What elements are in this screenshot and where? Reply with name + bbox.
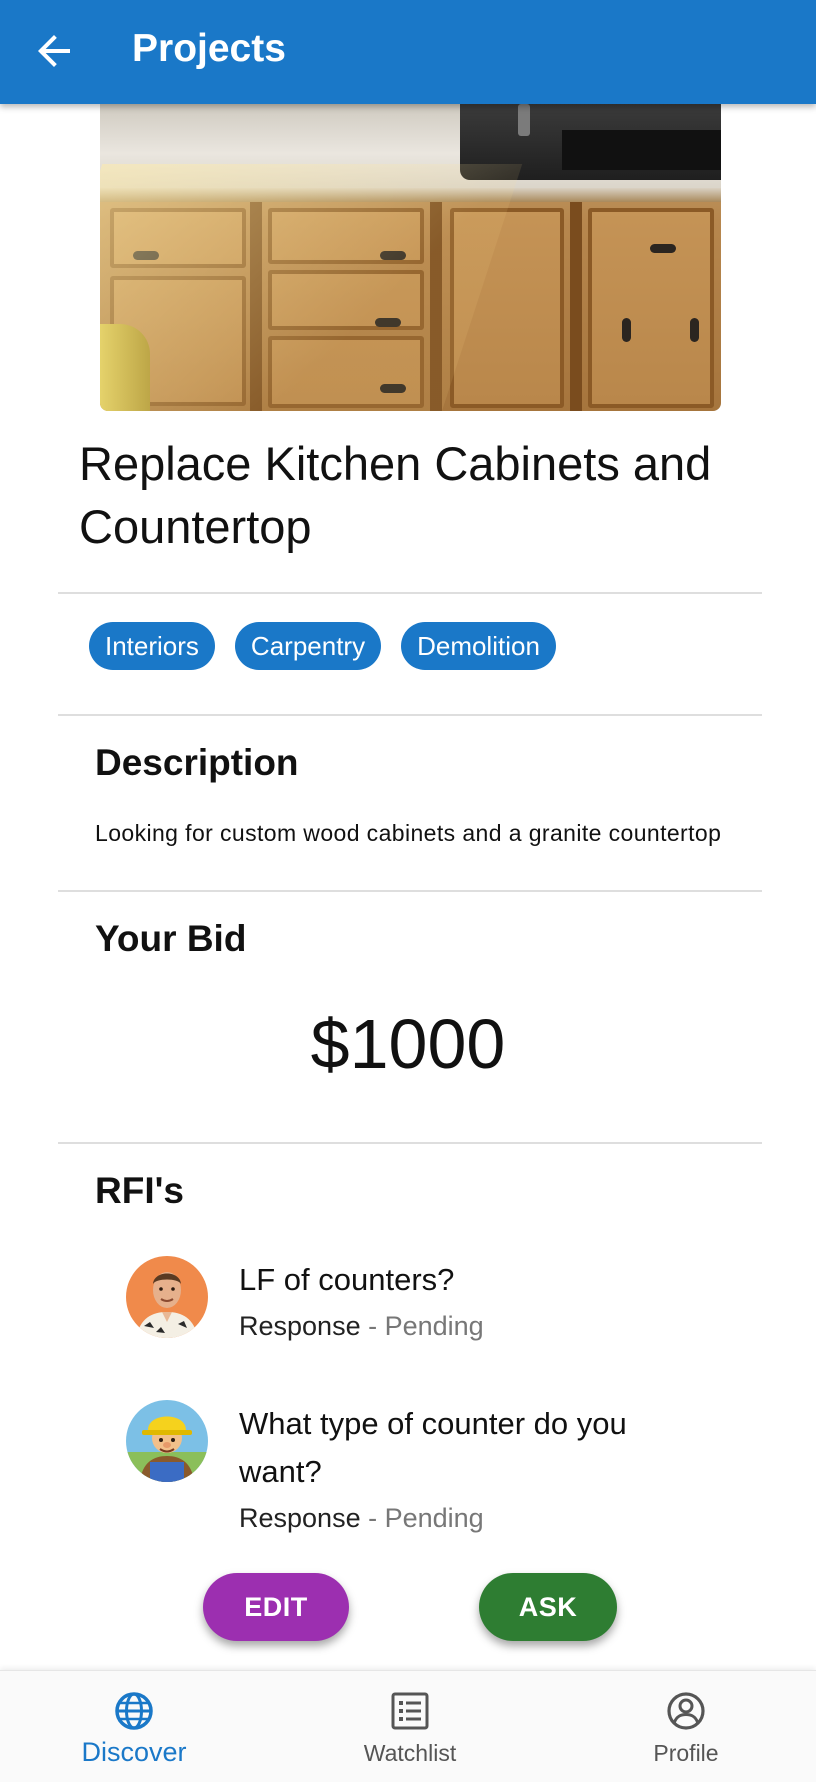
bottom-navigation: Discover Watchlist Profile <box>0 1670 816 1782</box>
tag-list: Interiors Carpentry Demolition <box>89 622 556 670</box>
rfi-response-label: Response <box>239 1503 361 1533</box>
rfi-question: LF of counters? <box>239 1262 455 1297</box>
edit-bid-button[interactable]: EDIT BID <box>203 1573 349 1690</box>
avatar <box>126 1256 208 1338</box>
nav-label-watchlist: Watchlist <box>363 1740 457 1766</box>
nav-label-profile: Profile <box>653 1740 719 1766</box>
page-title: Projects <box>132 27 286 70</box>
bid-amount: $1000 <box>310 1005 506 1083</box>
project-image <box>100 104 721 411</box>
nav-item-discover[interactable]: Discover <box>34 1671 234 1782</box>
tag-chip-interiors[interactable]: Interiors <box>89 622 215 670</box>
rfi-response: Response - Pending <box>239 1306 699 1346</box>
rfi-response-status: Pending <box>384 1311 484 1341</box>
tag-chip-demolition[interactable]: Demolition <box>401 622 556 670</box>
list-icon <box>391 1692 429 1730</box>
description-heading: Description <box>95 742 299 783</box>
rfi-response-separator: - <box>360 1503 385 1533</box>
rfi-question: What type of counter do you want? <box>239 1406 627 1489</box>
nav-item-profile[interactable]: Profile <box>586 1671 786 1782</box>
app-bar: Projects <box>0 0 816 104</box>
rfi-response: Response - Pending <box>239 1498 699 1538</box>
rfi-heading: RFI's <box>95 1170 184 1211</box>
globe-icon <box>115 1692 153 1730</box>
rfi-response-label: Response <box>239 1311 361 1341</box>
project-title: Replace Kitchen Cabinets and Countertop <box>79 437 712 553</box>
divider <box>58 714 762 716</box>
bid-heading: Your Bid <box>95 918 247 959</box>
nav-item-watchlist[interactable]: Watchlist <box>310 1671 510 1782</box>
rfi-response-status: Pending <box>384 1503 484 1533</box>
nav-label-discover: Discover <box>81 1737 187 1767</box>
description-text: Looking for custom wood cabinets and a g… <box>95 820 722 846</box>
account-circle-icon <box>667 1692 705 1730</box>
rfi-response-separator: - <box>360 1311 385 1341</box>
back-button[interactable] <box>30 27 78 75</box>
divider <box>58 592 762 594</box>
ask-rfi-button[interactable]: ASK RFI <box>479 1573 617 1690</box>
divider <box>58 1142 762 1144</box>
project-detail-screen: Projects Replace Kitchen Cabinets and Co… <box>0 0 816 1782</box>
arrow-left-icon <box>38 35 70 67</box>
avatar <box>126 1400 208 1482</box>
divider <box>58 890 762 892</box>
tag-chip-carpentry[interactable]: Carpentry <box>234 622 382 670</box>
